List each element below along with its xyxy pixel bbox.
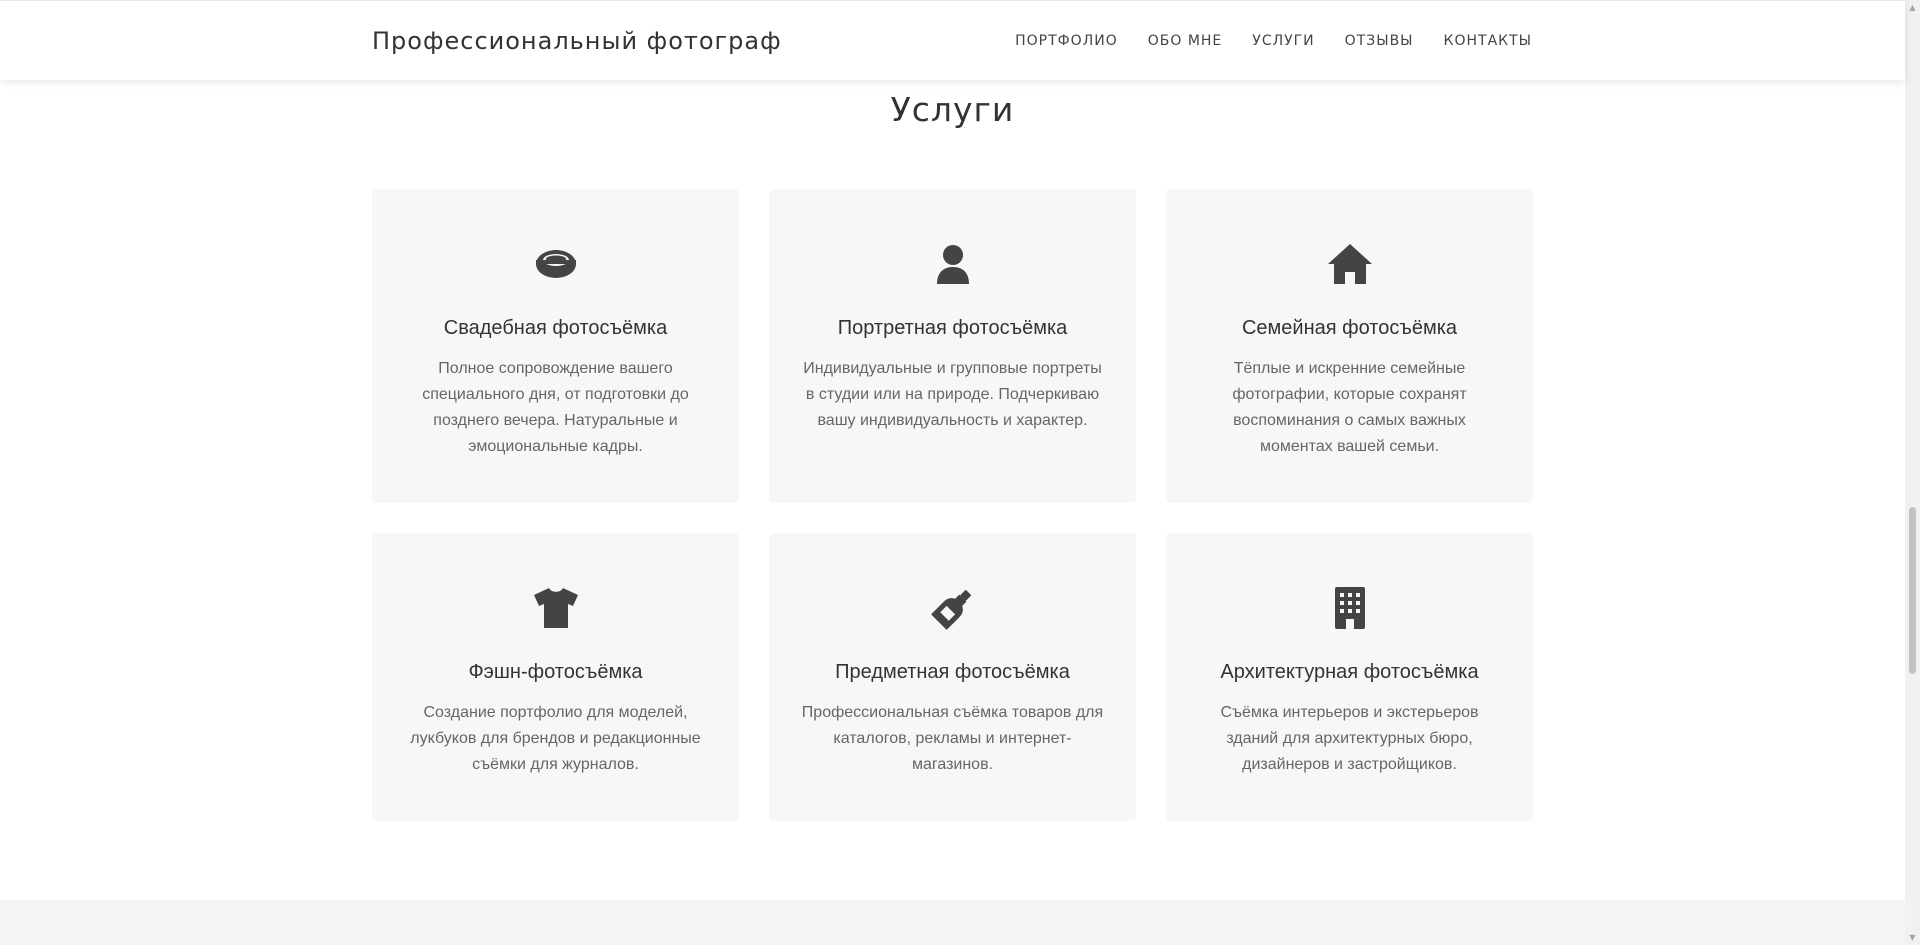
service-title: Портретная фотосъёмка bbox=[837, 317, 1068, 339]
nav-item-about: ОБО МНЕ bbox=[1148, 32, 1223, 50]
next-section bbox=[0, 900, 1905, 945]
service-card-fashion: Фэшн-фотосъёмка Создание портфолио для м… bbox=[372, 533, 739, 821]
service-description: Съёмка интерьеров и экстерьеров зданий д… bbox=[1220, 704, 1479, 773]
service-title: Семейная фотосъёмка bbox=[1241, 317, 1458, 339]
service-title: Предметная фотосъёмка bbox=[835, 661, 1070, 683]
home-icon bbox=[1326, 240, 1374, 288]
service-title: Архитектурная фотосъёмка bbox=[1220, 661, 1479, 683]
nav-link-portfolio[interactable]: ПОРТФОЛИО bbox=[1015, 33, 1118, 49]
header-container: Профессиональный фотограф ПОРТФОЛИО ОБО … bbox=[372, 1, 1532, 81]
service-description: Профессиональная съёмка товаров для ката… bbox=[801, 704, 1104, 773]
service-description: Тёплые и искренние семейные фотографии, … bbox=[1232, 360, 1467, 455]
nav-item-portfolio: ПОРТФОЛИО bbox=[1015, 32, 1118, 50]
nav-link-services[interactable]: УСЛУГИ bbox=[1252, 33, 1314, 49]
service-card-portrait: Портретная фотосъёмка Индивидуальные и г… bbox=[769, 189, 1136, 503]
service-card-product: Предметная фотосъёмка Профессиональная с… bbox=[769, 533, 1136, 821]
ring-icon bbox=[532, 240, 580, 288]
site-logo[interactable]: Профессиональный фотограф bbox=[372, 27, 782, 55]
nav-link-contacts[interactable]: КОНТАКТЫ bbox=[1444, 33, 1532, 49]
building-icon bbox=[1326, 584, 1374, 632]
scroll-thumb[interactable] bbox=[1909, 507, 1916, 674]
service-card-family: Семейная фотосъёмка Тёплые и искренние с… bbox=[1166, 189, 1533, 503]
service-description: Создание портфолио для моделей, лукбуков… bbox=[410, 704, 701, 773]
vertical-scrollbar[interactable]: ▲ ▼ bbox=[1905, 0, 1920, 945]
nav-link-reviews[interactable]: ОТЗЫВЫ bbox=[1345, 33, 1414, 49]
nav-item-contacts: КОНТАКТЫ bbox=[1444, 32, 1532, 50]
nav-item-services: УСЛУГИ bbox=[1252, 32, 1314, 50]
nav-link-about[interactable]: ОБО МНЕ bbox=[1148, 33, 1223, 49]
browser-viewport: Профессиональный фотограф ПОРТФОЛИО ОБО … bbox=[0, 0, 1920, 945]
site-header: Профессиональный фотограф ПОРТФОЛИО ОБО … bbox=[0, 0, 1905, 80]
nav-item-reviews: ОТЗЫВЫ bbox=[1345, 32, 1414, 50]
main-nav: ПОРТФОЛИО ОБО МНЕ УСЛУГИ ОТЗЫВЫ КОНТАКТЫ bbox=[1015, 32, 1532, 50]
service-title: Свадебная фотосъёмка bbox=[443, 317, 668, 339]
service-title: Фэшн-фотосъёмка bbox=[468, 661, 643, 683]
scroll-down-arrow-icon[interactable]: ▼ bbox=[1905, 930, 1920, 945]
tshirt-icon bbox=[532, 584, 580, 632]
user-icon bbox=[929, 240, 977, 288]
bottle-icon bbox=[929, 584, 977, 632]
page-content: Профессиональный фотограф ПОРТФОЛИО ОБО … bbox=[0, 0, 1905, 945]
services-title: Услуги bbox=[890, 90, 1015, 129]
service-card-architecture: Архитектурная фотосъёмка Съёмка интерьер… bbox=[1166, 533, 1533, 821]
service-description: Индивидуальные и групповые портреты в ст… bbox=[803, 360, 1102, 429]
scroll-up-arrow-icon[interactable]: ▲ bbox=[1905, 0, 1920, 15]
service-card-wedding: Свадебная фотосъёмка Полное сопровождени… bbox=[372, 189, 739, 503]
services-grid: Свадебная фотосъёмка Полное сопровождени… bbox=[372, 189, 1533, 821]
service-description: Полное сопровождение вашего специального… bbox=[422, 360, 689, 455]
